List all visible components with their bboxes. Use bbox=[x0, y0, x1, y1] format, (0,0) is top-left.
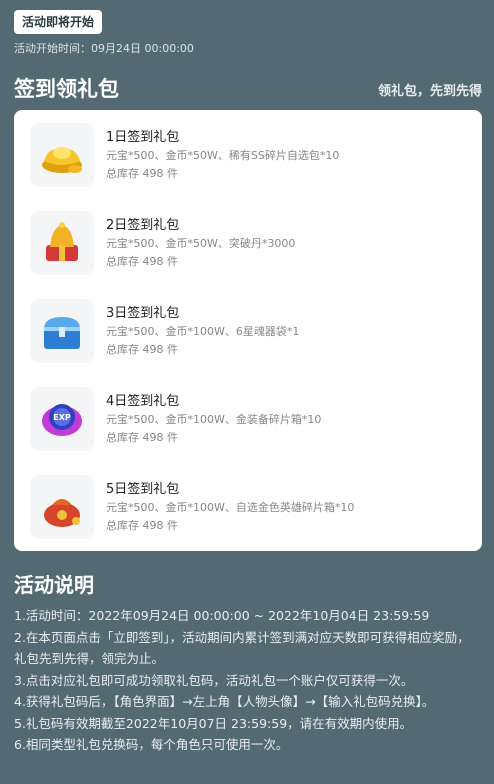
gift-item-day2[interactable]: 2日签到礼包 元宝*500、金币*50W、突破丹*3000 总库存 498 件 bbox=[30, 211, 470, 277]
exp-orb-icon: EXP bbox=[30, 387, 94, 451]
rules-line: 2.在本页面点击「立即签到」，活动期间内累计签到满对应天数即可获得相应奖励，礼包… bbox=[14, 629, 470, 667]
gift-name: 2日签到礼包 bbox=[106, 218, 180, 233]
signin-section-subtitle: 领礼包，先到先得 bbox=[377, 84, 482, 99]
gift-stock: 总库存 498 件 bbox=[106, 343, 178, 356]
rules-line: 3.点击对应礼包即可成功领取礼包码，活动礼包一个账户仅可获得一次。 bbox=[14, 672, 414, 688]
rules-line: 6.相同类型礼包兑换码，每个角色只可使用一次。 bbox=[14, 737, 289, 752]
gift-item-day1[interactable]: 1日签到礼包 元宝*500、金币*50W、稀有SS碎片自选包*10 总库存 49… bbox=[30, 123, 470, 189]
gift-item-day4[interactable]: EXP 4日签到礼包 元宝*500、金币*100W、金装备碎片箱*10 总库存 … bbox=[30, 387, 470, 453]
gift-name: 4日签到礼包 bbox=[106, 394, 180, 409]
lucky-bag-icon bbox=[30, 475, 94, 539]
gift-name: 3日签到礼包 bbox=[106, 306, 180, 321]
bell-gift-icon bbox=[30, 211, 94, 275]
signin-section-title: 签到领礼包 bbox=[14, 77, 119, 101]
gift-item-day3[interactable]: 3日签到礼包 元宝*500、金币*100W、6星魂器袋*1 总库存 498 件 bbox=[30, 299, 470, 365]
gift-item-day5[interactable]: 5日签到礼包 元宝*500、金币*100W、自选金色英雄碎片箱*10 总库存 4… bbox=[30, 475, 470, 541]
gift-stock: 总库存 498 件 bbox=[106, 167, 178, 180]
rules-text: 1.活动时间：2022年09月24日 00:00:00 ~ 2022年10月04… bbox=[14, 605, 482, 756]
start-time-text: 活动开始时间：09月24日 00:00:00 bbox=[14, 42, 194, 55]
treasure-chest-icon bbox=[30, 299, 94, 363]
gift-stock: 总库存 498 件 bbox=[106, 255, 178, 268]
gift-desc: 元宝*500、金币*50W、稀有SS碎片自选包*10 bbox=[106, 149, 340, 162]
rules-title: 活动说明 bbox=[14, 573, 94, 597]
gold-ingot-icon bbox=[30, 123, 94, 187]
gift-desc: 元宝*500、金币*50W、突破丹*3000 bbox=[106, 237, 296, 250]
gift-name: 5日签到礼包 bbox=[106, 482, 180, 497]
svg-text:EXP: EXP bbox=[53, 413, 71, 422]
gift-desc: 元宝*500、金币*100W、6星魂器袋*1 bbox=[106, 325, 300, 338]
rules-line: 4.获得礼包码后，【角色界面】→左上角【人物头像】→【输入礼包码兑换】。 bbox=[14, 694, 435, 709]
gift-desc: 元宝*500、金币*100W、自选金色英雄碎片箱*10 bbox=[106, 501, 355, 514]
gift-name: 1日签到礼包 bbox=[106, 130, 180, 145]
gift-stock: 总库存 498 件 bbox=[106, 431, 178, 444]
activity-status-badge: 活动即将开始 bbox=[14, 10, 103, 34]
gift-stock: 总库存 498 件 bbox=[106, 519, 178, 532]
gift-list-card: 1日签到礼包 元宝*500、金币*50W、稀有SS碎片自选包*10 总库存 49… bbox=[14, 110, 482, 551]
gift-desc: 元宝*500、金币*100W、金装备碎片箱*10 bbox=[106, 413, 322, 426]
rules-line: 5.礼包码有效期截至2022年10月07日 23:59:59，请在有效期内使用。 bbox=[14, 715, 413, 731]
rules-line: 1.活动时间：2022年09月24日 00:00:00 ~ 2022年10月04… bbox=[14, 608, 430, 623]
